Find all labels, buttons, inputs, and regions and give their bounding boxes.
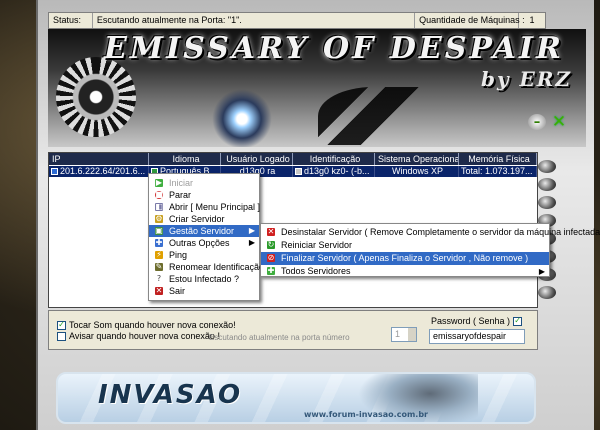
- gestao-servidor-submenu: ✕ Desinstalar Servidor ( Remove Completam…: [260, 223, 600, 278]
- menu-item-iniciar[interactable]: ▶ Iniciar: [149, 177, 259, 189]
- play-icon: ▶: [155, 178, 163, 187]
- bumper-icon: [538, 286, 556, 299]
- exit-icon: ✕: [155, 286, 163, 295]
- banner-title: EMISSARY OF DESPAIR: [104, 31, 564, 66]
- rename-icon: ✎: [155, 262, 163, 271]
- menu-item-label: Estou Infectado ?: [169, 274, 240, 284]
- menu-item-renomear[interactable]: ✎ Renomear Identificação: [149, 261, 264, 273]
- build-icon: ⚙: [155, 214, 163, 223]
- sound-option-label: Tocar Som quando houver nova conexão!: [69, 320, 236, 330]
- notify-option-label: Avisar quando houver nova conexão !: [69, 331, 220, 341]
- menu-item-gestao-servidor[interactable]: ▣ Gestão Servidor ▶: [149, 225, 259, 237]
- submenu-item-label: Reiniciar Servidor: [281, 240, 353, 250]
- column-header-identificacao[interactable]: Identificação: [293, 153, 375, 165]
- submenu-item-finalizar[interactable]: ⊘ Finalizar Servidor ( Apenas Finaliza o …: [261, 252, 549, 265]
- cell-ip-text: 201.6.222.64/201.6...: [60, 166, 146, 176]
- menu-item-label: Sair: [169, 286, 186, 296]
- port-value: 1: [395, 329, 401, 339]
- cell-identificacao: d13g0 kz0- (-b...: [293, 166, 375, 177]
- menu-item-label: Renomear Identificação: [169, 262, 265, 272]
- submenu-item-label: Finalizar Servidor ( Apenas Finaliza o S…: [281, 253, 529, 263]
- spinner-arrows-icon[interactable]: [408, 328, 416, 341]
- menu-item-label: Ping: [169, 250, 188, 260]
- machine-count-label: Quantidade de Máquinas :: [415, 13, 525, 28]
- submenu-item-desinstalar[interactable]: ✕ Desinstalar Servidor ( Remove Completam…: [261, 226, 600, 239]
- password-field[interactable]: emissaryofdespair: [429, 329, 525, 344]
- tribal-art-icon: [318, 87, 428, 145]
- uninstall-icon: ✕: [267, 227, 275, 236]
- menu-item-ping[interactable]: ⚡ Ping: [149, 249, 259, 261]
- glowing-eye-icon: [212, 89, 272, 147]
- submenu-arrow-icon: ▶: [248, 238, 255, 247]
- menu-item-estou-infectado[interactable]: ? Estou Infectado ?: [149, 273, 259, 285]
- options-icon: ✚: [155, 238, 163, 247]
- menu-item-label: Outras Opções: [169, 238, 230, 248]
- password-checkbox[interactable]: ✓: [513, 316, 523, 326]
- banner-subtitle: by ERZ: [480, 67, 572, 91]
- port-spinner[interactable]: 1: [391, 327, 417, 342]
- column-header-ip[interactable]: IP: [49, 153, 149, 165]
- header-banner: EMISSARY OF DESPAIR by ERZ: [48, 29, 586, 147]
- column-header-idioma[interactable]: Idioma: [149, 153, 221, 165]
- window-controls: – ✕: [528, 112, 568, 132]
- ping-icon: ⚡: [155, 250, 163, 259]
- cell-memoria: Total: 1.073.197...: [459, 166, 537, 177]
- all-servers-icon: ✚: [267, 266, 275, 275]
- sound-option[interactable]: ✓ Tocar Som quando houver nova conexão!: [57, 320, 236, 330]
- footer-logo: INVASAO: [98, 380, 243, 410]
- status-label: Status:: [49, 13, 93, 28]
- menu-item-parar[interactable]: ■ Parar: [149, 189, 259, 201]
- footer-url[interactable]: www.forum-invasao.com.br: [304, 410, 428, 419]
- menu-item-label: Gestão Servidor: [169, 226, 235, 236]
- cell-ip: 201.6.222.64/201.6...: [49, 166, 149, 177]
- options-panel: ✓ Tocar Som quando houver nova conexão! …: [48, 310, 538, 350]
- cell-identificacao-text: d13g0 kz0- (-b...: [304, 166, 370, 176]
- stop-icon: ■: [155, 190, 163, 199]
- status-text: Escutando atualmente na Porta: "1".: [93, 13, 416, 28]
- menu-item-abrir[interactable]: ◧ Abrir [ Menu Principal ]: [149, 201, 261, 213]
- submenu-arrow-icon: ▶: [248, 226, 255, 235]
- sun-logo-icon: [56, 57, 136, 137]
- id-icon: [295, 168, 302, 175]
- finalize-icon: ⊘: [267, 253, 275, 262]
- menu-item-label: Abrir [ Menu Principal ]: [169, 202, 261, 212]
- bumper-icon: [538, 196, 556, 209]
- bumper-icon: [538, 178, 556, 191]
- open-icon: ◧: [155, 202, 163, 211]
- column-header-sistema[interactable]: Sistema Operacional: [375, 153, 459, 165]
- computer-icon: [51, 168, 58, 175]
- cell-sistema: Windows XP: [375, 166, 459, 177]
- submenu-item-todos-servidores[interactable]: ✚ Todos Servidores ▶: [261, 265, 549, 278]
- minimize-button[interactable]: –: [528, 114, 546, 130]
- submenu-item-label: Todos Servidores: [281, 266, 351, 276]
- restart-icon: ↻: [267, 240, 275, 249]
- menu-item-criar-servidor[interactable]: ⚙ Criar Servidor: [149, 213, 259, 225]
- menu-item-label: Iniciar: [169, 178, 194, 188]
- column-header-memoria[interactable]: Memória Física: [459, 153, 537, 165]
- grid-header: IP Idioma Usuário Logado Identificação S…: [49, 153, 537, 165]
- password-label: Password ( Senha ): [431, 316, 511, 326]
- notify-option[interactable]: Avisar quando houver nova conexão !: [57, 331, 220, 341]
- submenu-item-label: Desinstalar Servidor ( Remove Completame…: [281, 227, 600, 237]
- menu-item-sair[interactable]: ✕ Sair: [149, 285, 259, 297]
- context-menu: ▶ Iniciar ■ Parar ◧ Abrir [ Menu Principal …: [148, 173, 264, 301]
- machine-count-value: 1: [529, 15, 535, 25]
- notify-checkbox[interactable]: [57, 331, 66, 341]
- menu-item-label: Criar Servidor: [169, 214, 225, 224]
- column-header-usuario[interactable]: Usuário Logado: [221, 153, 293, 165]
- bumper-icon: [538, 160, 556, 173]
- password-option[interactable]: Password ( Senha ) ✓: [431, 316, 523, 326]
- port-label: Escutando atualmente na porta número: [209, 333, 350, 342]
- server-icon: ▣: [155, 226, 163, 235]
- sound-checkbox[interactable]: ✓: [57, 320, 66, 330]
- question-icon: ?: [155, 274, 163, 283]
- table-row[interactable]: 201.6.222.64/201.6... Português B... d13…: [49, 166, 537, 177]
- status-bar: Status: Escutando atualmente na Porta: "…: [48, 12, 546, 29]
- close-button[interactable]: ✕: [550, 112, 568, 132]
- submenu-item-reiniciar[interactable]: ↻ Reiniciar Servidor: [261, 239, 549, 252]
- submenu-arrow-icon: ▶: [538, 267, 545, 276]
- footer-banner: INVASAO www.forum-invasao.com.br: [56, 372, 536, 424]
- menu-item-label: Parar: [169, 190, 192, 200]
- menu-item-outras-opcoes[interactable]: ✚ Outras Opções ▶: [149, 237, 259, 249]
